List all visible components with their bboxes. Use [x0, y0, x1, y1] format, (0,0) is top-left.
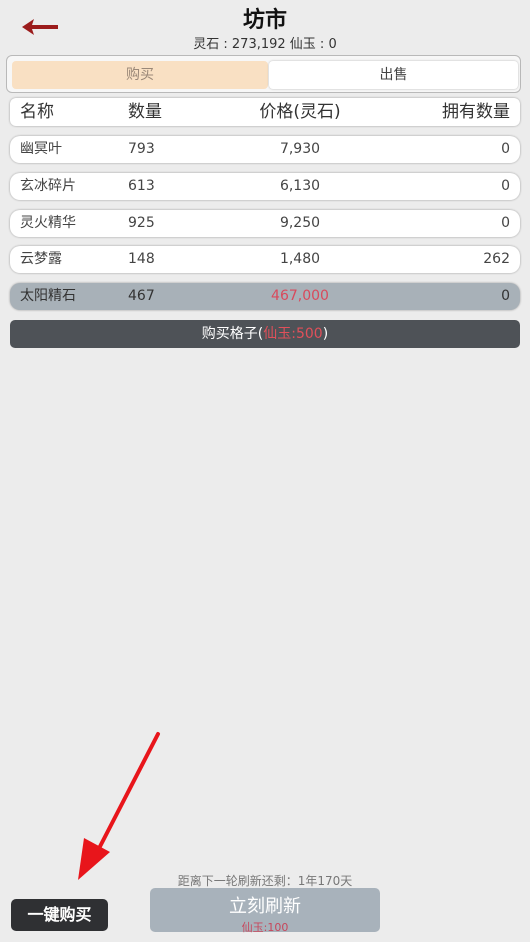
refresh-timer: 距离下一轮刷新还剩：1年170天 [177, 874, 353, 888]
buy-slot-button[interactable]: 购买格子(仙玉:500) [10, 320, 520, 348]
tab-sell[interactable]: 出售 [269, 61, 518, 89]
column-header-price: 价格(灵石) [259, 102, 341, 122]
table-row[interactable]: 灵火精华 925 9,250 0 [10, 210, 520, 237]
page-title: 坊市 [242, 8, 287, 33]
refresh-now-label: 立刻刷新 [229, 896, 301, 917]
item-qty: 467 [128, 288, 155, 304]
item-owned: 0 [501, 178, 510, 194]
item-price: 6,130 [279, 178, 321, 194]
item-price: 9,250 [279, 215, 321, 231]
buy-slot-suffix: ) [322, 326, 329, 342]
item-qty: 925 [128, 215, 155, 231]
item-price: 1,480 [279, 251, 321, 267]
item-owned: 0 [501, 141, 510, 157]
table-row[interactable]: 幽冥叶 793 7,930 0 [10, 136, 520, 163]
buy-slot-cost: 仙玉:500 [263, 326, 323, 342]
refresh-cost: 仙玉:100 [241, 921, 289, 934]
item-owned: 262 [483, 251, 510, 267]
table-row[interactable]: 玄冰碎片 613 6,130 0 [10, 173, 520, 200]
item-owned: 0 [501, 288, 510, 304]
item-owned: 0 [501, 215, 510, 231]
one-click-buy-button[interactable]: 一键购买 [11, 899, 108, 931]
red-arrow-annotation-icon [78, 732, 160, 880]
buy-slot-label: 购买格子( [201, 326, 264, 342]
table-row[interactable]: 云梦露 148 1,480 262 [10, 246, 520, 273]
item-qty: 613 [128, 178, 155, 194]
item-name: 幽冥叶 [20, 141, 62, 157]
tab-bar: 购买 出售 [6, 55, 521, 93]
column-header-qty: 数量 [128, 102, 162, 122]
item-name: 太阳精石 [20, 288, 76, 304]
item-price: 7,930 [279, 141, 321, 157]
column-header-name: 名称 [20, 102, 54, 122]
item-price: 467,000 [271, 288, 329, 304]
tab-buy[interactable]: 购买 [12, 61, 268, 89]
table-header: 名称 数量 价格(灵石) 拥有数量 [10, 98, 520, 126]
item-name: 玄冰碎片 [20, 178, 76, 194]
item-qty: 148 [128, 251, 155, 267]
currency-balance: 灵石 : 273,192 仙玉 : 0 [193, 37, 337, 52]
table-row-selected[interactable]: 太阳精石 467 467,000 0 [10, 283, 520, 310]
item-name: 灵火精华 [20, 215, 76, 231]
item-qty: 793 [128, 141, 155, 157]
item-name: 云梦露 [20, 251, 62, 267]
column-header-owned: 拥有数量 [442, 102, 510, 122]
refresh-now-button[interactable]: 立刻刷新 仙玉:100 [150, 888, 380, 934]
